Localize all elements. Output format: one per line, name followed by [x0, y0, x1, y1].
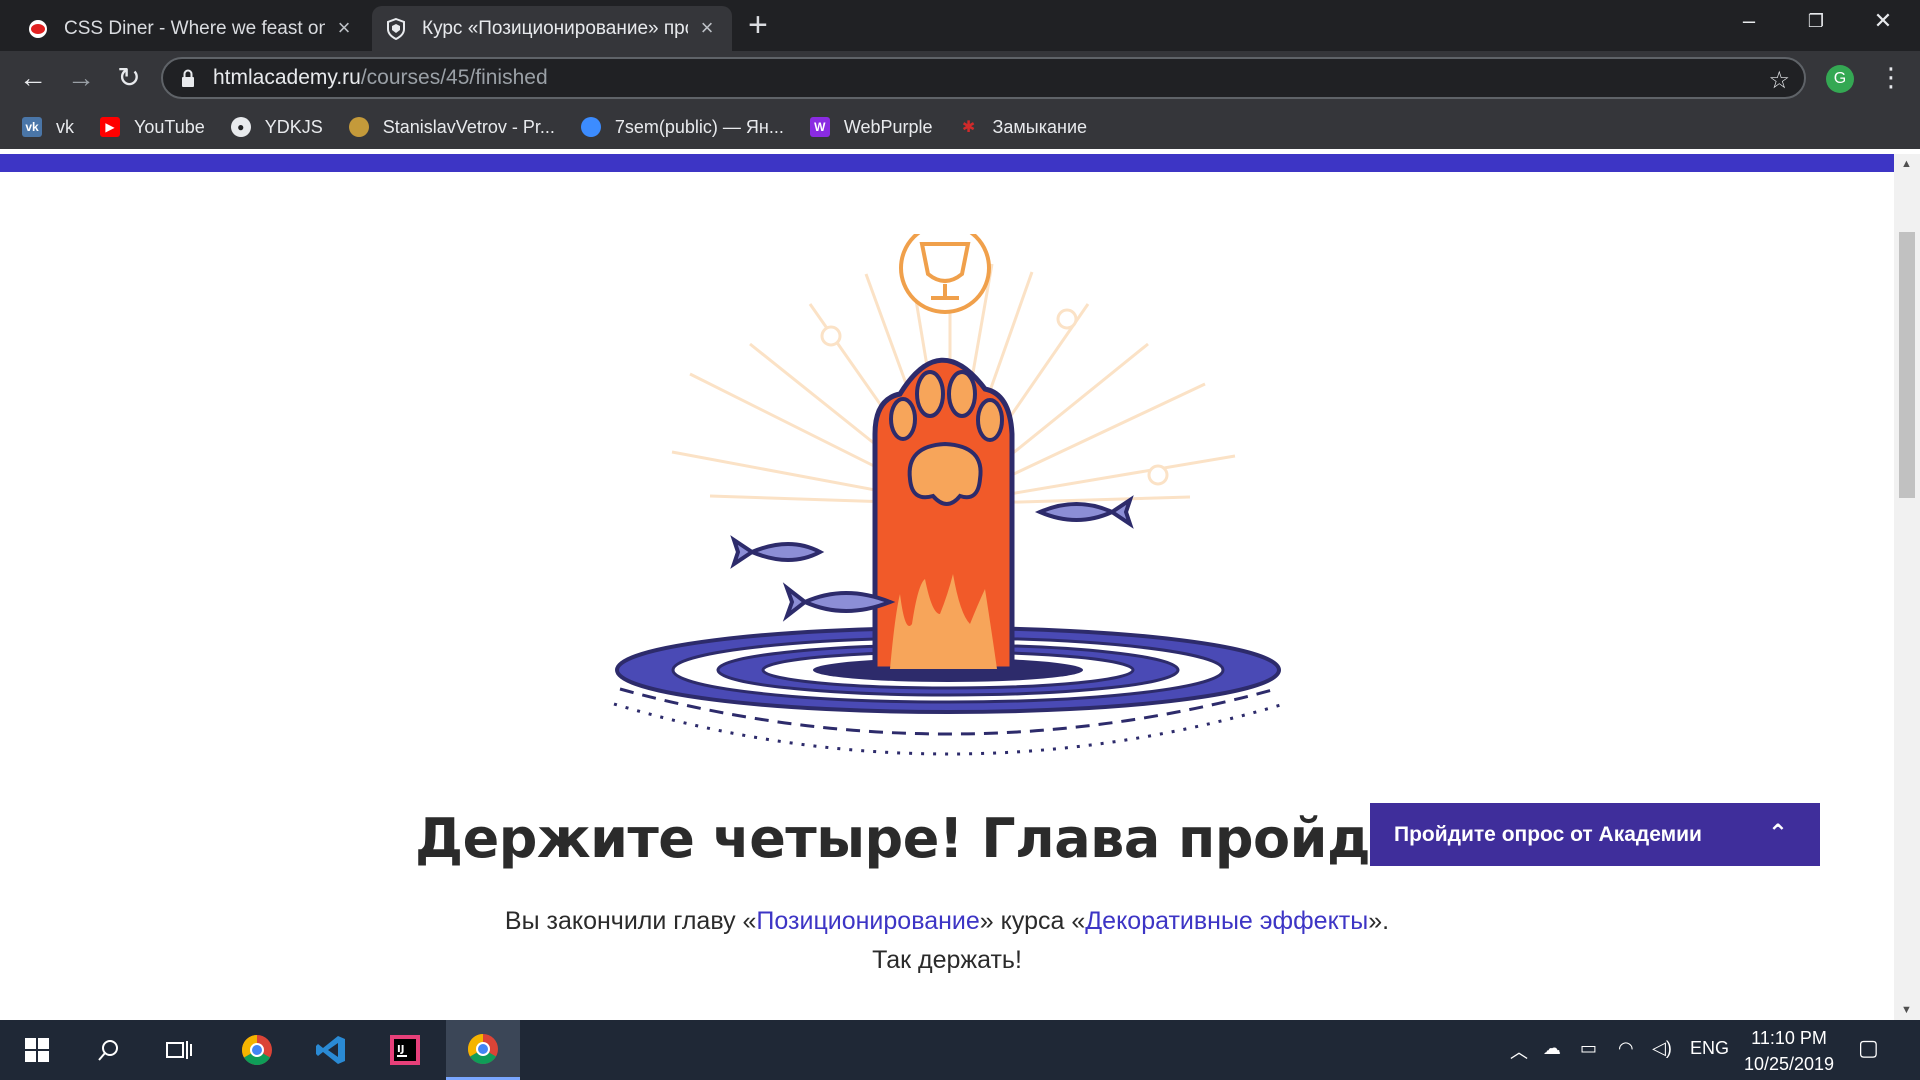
course-link[interactable]: Декоративные эффекты	[1085, 907, 1368, 935]
clock-date: 10/25/2019	[1743, 1054, 1835, 1074]
bookmark-label: Замыкание	[992, 116, 1088, 137]
windows-start-icon[interactable]	[0, 1020, 74, 1080]
back-arrow-icon[interactable]: ←	[18, 63, 48, 93]
bookmark-7sem[interactable]: 7sem(public) — Ян...	[580, 116, 784, 138]
wifi-icon[interactable]: ◠	[1618, 1038, 1634, 1059]
profile-avatar[interactable]: G	[1826, 65, 1854, 93]
header-strip	[0, 154, 1894, 172]
bookmark-label: vk	[56, 116, 74, 137]
search-icon[interactable]	[72, 1020, 146, 1080]
close-tab-icon[interactable]: ×	[333, 16, 355, 40]
windows-taskbar: IJ ︿ ☁ ▭ ◠ ◁) ENG 11:10 PM 10/25/2019 ▢	[0, 1020, 1920, 1080]
minimize-icon[interactable]: –	[1729, 8, 1769, 34]
youtube-icon: ▶	[100, 117, 120, 137]
bookmark-label: StanislavVetrov - Pr...	[382, 116, 555, 137]
onedrive-icon[interactable]: ☁	[1543, 1038, 1561, 1059]
css-diner-icon	[28, 19, 48, 39]
fish-icon	[730, 535, 825, 569]
bookmark-youtube[interactable]: ▶ YouTube	[100, 117, 205, 138]
browser-toolbar: ← → ↻ htmlacademy.ru/courses/45/finished…	[0, 51, 1920, 105]
bookmark-vk[interactable]: vk vk	[22, 117, 74, 138]
bookmark-webpurple[interactable]: W WebPurple	[809, 116, 933, 138]
bookmark-label: WebPurple	[843, 116, 933, 137]
vscode-icon[interactable]	[294, 1020, 368, 1080]
ray-dot	[1056, 308, 1078, 330]
clock-time: 11:10 PM	[1751, 1028, 1827, 1048]
scroll-up-icon[interactable]: ▲	[1901, 158, 1912, 170]
bookmark-label: YDKJS	[264, 116, 323, 137]
task-view-icon[interactable]	[142, 1020, 216, 1080]
ray-dot	[1147, 464, 1169, 486]
desc-suffix: ».	[1368, 907, 1390, 935]
bookmark-label: 7sem(public) — Ян...	[614, 116, 784, 137]
system-clock[interactable]: 11:10 PM 10/25/2019	[1734, 1025, 1844, 1077]
survey-label: Пройдите опрос от Академии	[1394, 822, 1702, 846]
cat-paw	[872, 357, 1015, 672]
bookmark-star-icon[interactable]: ☆	[1768, 66, 1790, 95]
bookmark-stanislav[interactable]: StanislavVetrov - Pr...	[348, 116, 555, 138]
desc-prefix: Вы закончили главу «	[504, 907, 757, 935]
chevron-up-icon[interactable]: ⌃	[1768, 819, 1788, 848]
lock-icon	[182, 69, 194, 87]
forward-arrow-icon[interactable]: →	[66, 63, 96, 93]
bookmark-ydkjs[interactable]: ● YDKJS	[230, 116, 323, 138]
bookmark-label: YouTube	[134, 116, 205, 137]
battery-icon[interactable]: ▭	[1580, 1038, 1597, 1059]
tab-css-diner[interactable]: CSS Diner - Where we feast on CSS Select…	[14, 6, 369, 51]
language-indicator[interactable]: ENG	[1690, 1038, 1729, 1059]
close-window-icon[interactable]: ✕	[1863, 8, 1903, 34]
github-icon: ●	[230, 117, 251, 137]
tab-htmlacademy[interactable]: Курс «Позиционирование» про ×	[372, 6, 732, 51]
volume-icon[interactable]: ◁)	[1652, 1038, 1672, 1059]
tab-title: CSS Diner - Where we feast on CSS Select…	[64, 17, 325, 39]
address-bar[interactable]: htmlacademy.ru/courses/45/finished ☆	[161, 57, 1806, 99]
trophy-icon	[899, 234, 991, 314]
survey-banner[interactable]: Пройдите опрос от Академии ⌃	[1370, 803, 1820, 866]
completion-message: Вы закончили главу «Позиционирование» ку…	[0, 902, 1894, 980]
chrome-icon[interactable]	[220, 1020, 294, 1080]
intellij-icon[interactable]: IJ	[368, 1020, 442, 1080]
chapter-link[interactable]: Позиционирование	[756, 907, 979, 935]
close-tab-icon[interactable]: ×	[696, 16, 718, 40]
fish-icon	[1034, 495, 1134, 529]
htmlacademy-shield-icon	[386, 17, 406, 40]
menu-kebab-icon[interactable]: ⋮	[1878, 62, 1904, 92]
webpurple-icon: W	[809, 117, 830, 137]
scroll-thumb[interactable]	[1899, 232, 1915, 498]
cat-paw-trophy-illustration	[613, 234, 1285, 756]
ray-dot	[820, 325, 842, 347]
vk-icon: vk	[22, 117, 42, 137]
yandex-disk-icon	[580, 117, 601, 137]
url-host: htmlacademy.ru	[213, 66, 361, 89]
desc-middle: » курса «	[979, 907, 1086, 935]
desc-line2: Так держать!	[872, 946, 1022, 974]
bookmarks-bar: vk vk ▶ YouTube ● YDKJS StanislavVetrov …	[0, 105, 1920, 149]
tab-title: Курс «Позиционирование» про	[422, 17, 688, 39]
page-content: Держите четыре! Глава пройдена Вы законч…	[0, 154, 1894, 1020]
scroll-down-icon[interactable]: ▼	[1901, 1004, 1912, 1016]
show-hidden-icons-icon[interactable]: ︿	[1510, 1038, 1528, 1064]
tab-bar: CSS Diner - Where we feast on CSS Select…	[0, 0, 1920, 51]
page-scrollbar[interactable]: ▲ ▼	[1894, 154, 1920, 1020]
new-tab-icon[interactable]: +	[748, 8, 768, 42]
avatar-icon	[348, 117, 369, 137]
url-path: /courses/45/finished	[360, 66, 548, 89]
bookmark-closure[interactable]: ✱ Замыкание	[959, 117, 1087, 138]
notifications-icon[interactable]: ▢	[1858, 1035, 1879, 1061]
reload-icon[interactable]: ↻	[114, 63, 144, 93]
svg-text:IJ: IJ	[397, 1044, 404, 1055]
chrome-active-icon[interactable]	[446, 1020, 520, 1080]
restore-icon[interactable]: ❐	[1796, 11, 1836, 32]
closure-icon: ✱	[961, 119, 976, 136]
